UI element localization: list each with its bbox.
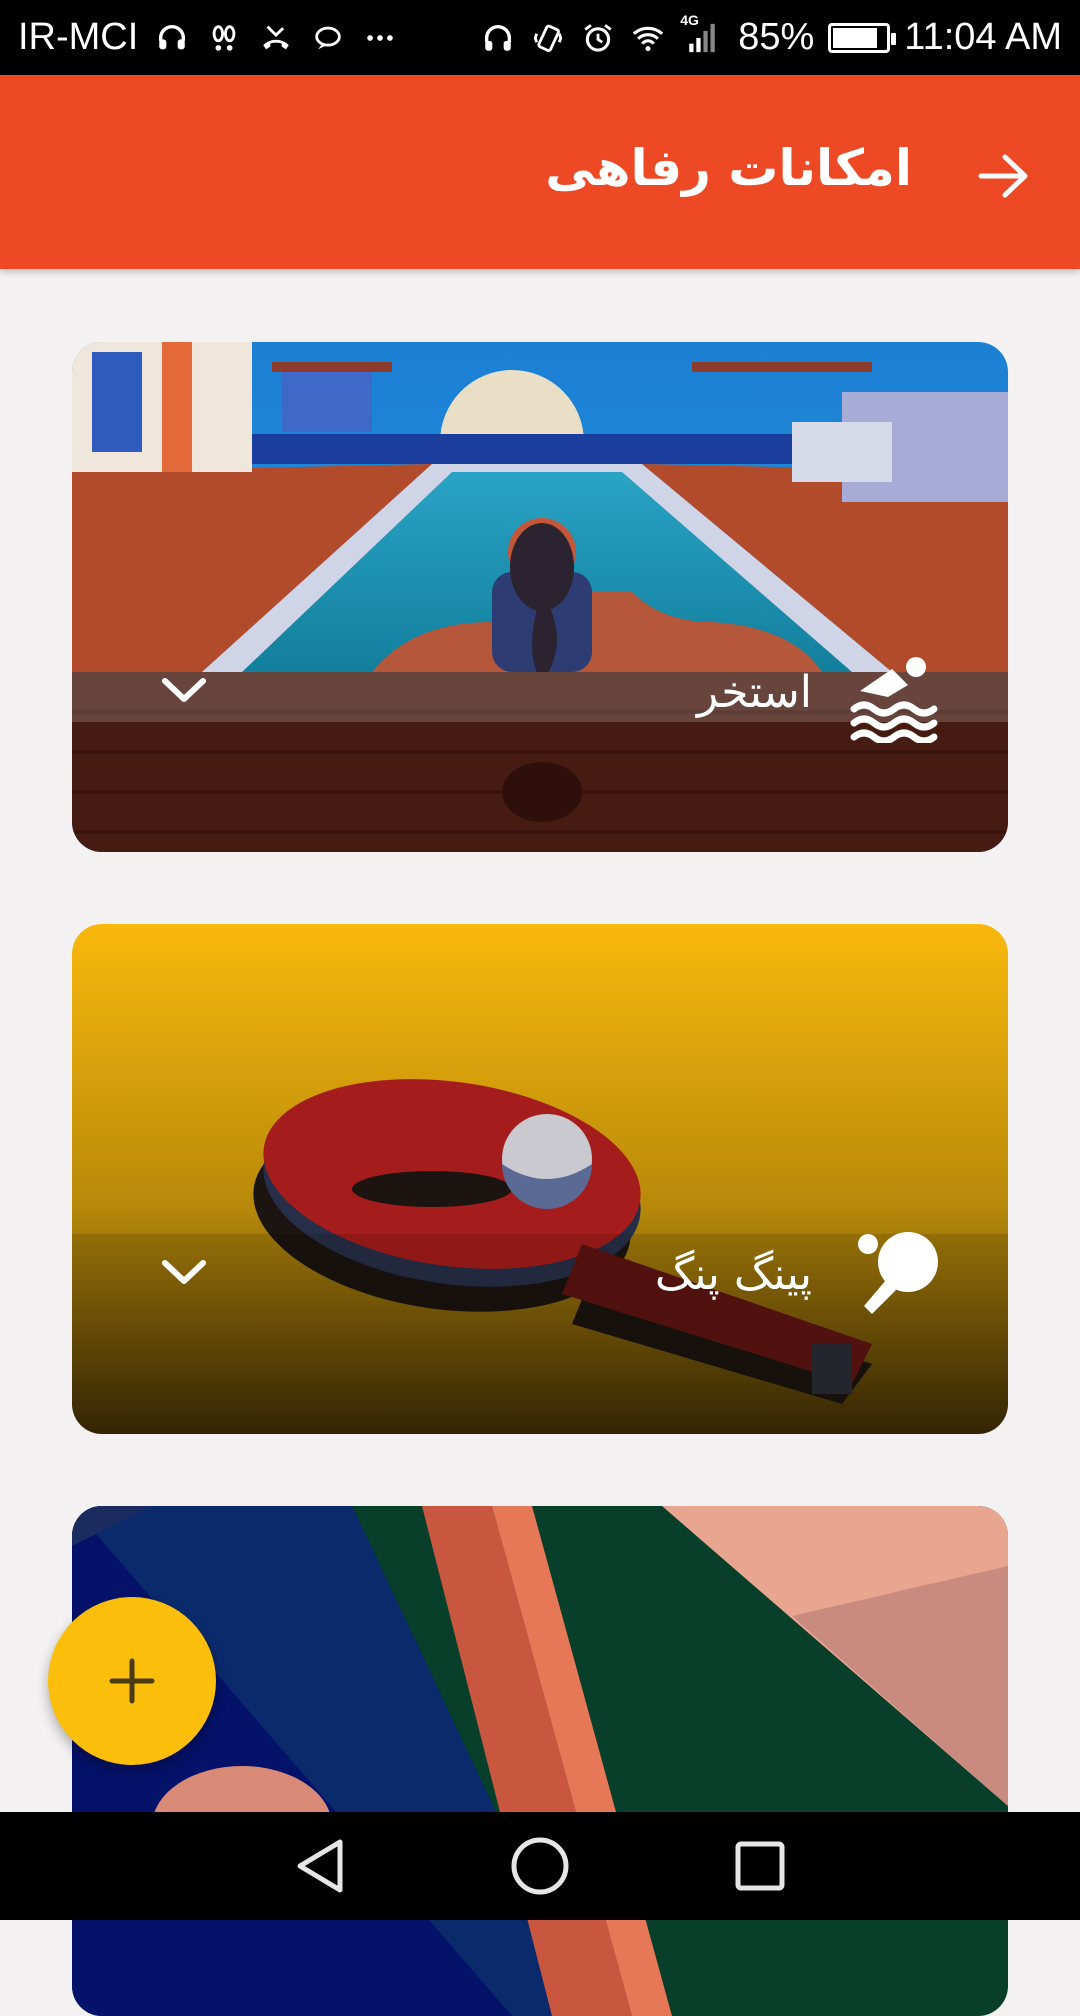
nav-recents-button[interactable] bbox=[725, 1831, 795, 1901]
card-pool[interactable]: استخر bbox=[72, 342, 1008, 852]
wifi-icon bbox=[630, 20, 666, 56]
more-notifications-icon bbox=[362, 20, 398, 56]
card-label-pool: استخر bbox=[696, 667, 812, 718]
expand-button[interactable] bbox=[154, 1242, 214, 1302]
card-ping-pong[interactable]: پینگ پنگ bbox=[72, 924, 1008, 1434]
nav-back-button[interactable] bbox=[285, 1831, 355, 1901]
arrow-right-icon bbox=[978, 154, 1028, 198]
vibrate-icon bbox=[530, 20, 566, 56]
chevron-down-icon bbox=[162, 1260, 206, 1284]
footsteps-icon bbox=[206, 20, 242, 56]
home-icon bbox=[511, 1837, 569, 1895]
alarm-icon bbox=[580, 20, 616, 56]
headphones-icon bbox=[480, 20, 516, 56]
battery-percent: 85% bbox=[738, 16, 815, 58]
network-type-label: 4G bbox=[680, 11, 699, 28]
headset-icon bbox=[154, 20, 190, 56]
plus-icon bbox=[109, 1658, 155, 1704]
status-bar: IR-MCI 4G 85% 11:04 AM bbox=[0, 0, 1080, 75]
missed-call-icon bbox=[258, 20, 294, 56]
card-table-tennis[interactable] bbox=[72, 1506, 1008, 2016]
page-title: امکانات رفاهی bbox=[545, 139, 912, 197]
status-bar-left: IR-MCI bbox=[18, 16, 398, 59]
ping-pong-illustration bbox=[72, 924, 1008, 1434]
back-icon bbox=[297, 1839, 343, 1893]
chat-icon bbox=[310, 20, 346, 56]
expand-button[interactable] bbox=[154, 660, 214, 720]
battery-icon bbox=[828, 22, 897, 53]
swimming-icon bbox=[848, 647, 944, 745]
status-bar-right: 4G 85% 11:04 AM bbox=[480, 12, 1062, 59]
card-label-ping-pong: پینگ پنگ bbox=[654, 1249, 812, 1300]
system-nav-bar bbox=[0, 1812, 1080, 1920]
table-tennis-illustration bbox=[72, 1506, 1008, 2016]
app-bar: امکانات رفاهی bbox=[0, 75, 1080, 269]
cell-signal-icon: 4G bbox=[680, 12, 724, 56]
ping-pong-icon bbox=[848, 1224, 944, 1320]
recents-icon bbox=[735, 1841, 785, 1891]
pool-illustration bbox=[72, 342, 1008, 852]
carrier-label: IR-MCI bbox=[18, 16, 139, 58]
back-button[interactable] bbox=[966, 145, 1042, 207]
chevron-down-icon bbox=[162, 678, 206, 702]
add-fab-button[interactable] bbox=[48, 1597, 216, 1765]
clock: 11:04 AM bbox=[904, 16, 1062, 58]
nav-home-button[interactable] bbox=[505, 1831, 575, 1901]
